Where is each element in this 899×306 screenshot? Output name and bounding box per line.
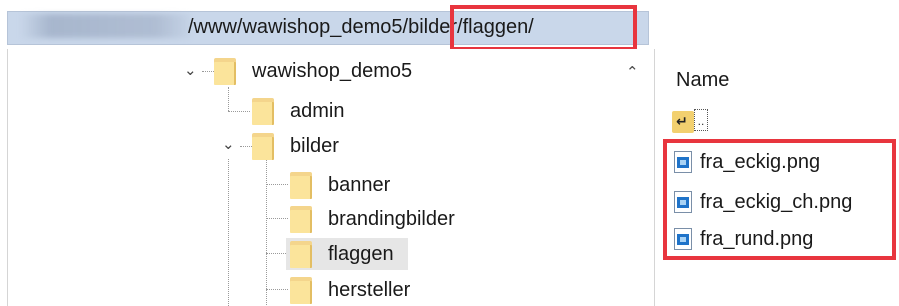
- folder-icon: [290, 240, 312, 268]
- tree-item-label: hersteller: [328, 278, 411, 301]
- folder-icon: [214, 57, 236, 85]
- folder-icon: [290, 276, 312, 304]
- tree-item-admin[interactable]: admin: [252, 95, 348, 127]
- file-list-pane[interactable]: Name ↵ .. fra_eckig.png fra_eckig_ch.png…: [656, 49, 899, 306]
- tree-item-label: wawishop_demo5: [252, 59, 413, 82]
- tree-item-label: admin: [290, 99, 345, 122]
- tree-connector: [228, 159, 229, 306]
- file-item[interactable]: fra_eckig_ch.png: [674, 187, 852, 217]
- folder-icon: [290, 205, 312, 233]
- tree-connector: [240, 146, 252, 147]
- tree-item-wawishop-demo5[interactable]: wawishop_demo5: [214, 55, 416, 87]
- tree-connector: [266, 159, 267, 306]
- parent-directory-label: ..: [694, 109, 708, 131]
- tree-connector: [228, 87, 229, 111]
- tree-item-brandingbilder[interactable]: brandingbilder: [290, 203, 459, 235]
- file-name: fra_rund.png: [700, 227, 814, 250]
- up-arrow-icon: ↵: [676, 113, 688, 129]
- tree-item-label: banner: [328, 173, 391, 196]
- tree-item-banner[interactable]: banner: [290, 169, 394, 201]
- tree-connector: [266, 184, 288, 185]
- folder-tree-pane[interactable]: ⌃ ⌄ wawishop_demo5 admin ⌄ bilder banner…: [7, 49, 655, 306]
- tree-connector: [202, 71, 214, 72]
- folder-icon: [252, 132, 274, 160]
- png-image-icon: [674, 151, 692, 173]
- png-image-icon: [674, 228, 692, 250]
- path-highlight-box: [450, 5, 637, 51]
- tree-item-label: brandingbilder: [328, 207, 455, 230]
- path-bar: /www/wawishop_demo5/bilder/flaggen/: [0, 0, 899, 51]
- png-image-icon: [674, 191, 692, 213]
- folder-icon: [290, 171, 312, 199]
- tree-connector: [266, 253, 288, 254]
- scroll-up-icon[interactable]: ⌃: [626, 63, 639, 81]
- tree-item-label: bilder: [290, 134, 339, 157]
- chevron-down-icon[interactable]: ⌄: [184, 61, 197, 79]
- file-item[interactable]: fra_eckig.png: [674, 147, 820, 177]
- file-item[interactable]: fra_rund.png: [674, 224, 813, 254]
- tree-item-flaggen[interactable]: flaggen: [286, 238, 408, 270]
- column-header-name[interactable]: Name: [676, 69, 729, 92]
- chevron-down-icon[interactable]: ⌄: [222, 135, 235, 153]
- folder-icon: [252, 97, 274, 125]
- parent-directory-item[interactable]: ↵ ..: [672, 107, 708, 133]
- tree-item-bilder[interactable]: bilder: [252, 130, 343, 162]
- file-name: fra_eckig.png: [700, 150, 821, 173]
- redacted-path-segment: [20, 14, 190, 38]
- file-name: fra_eckig_ch.png: [700, 190, 853, 213]
- tree-item-hersteller[interactable]: hersteller: [290, 274, 414, 306]
- tree-connector: [266, 289, 288, 290]
- tree-connector: [266, 218, 288, 219]
- tree-connector: [228, 111, 250, 112]
- tree-item-label: flaggen: [328, 242, 394, 265]
